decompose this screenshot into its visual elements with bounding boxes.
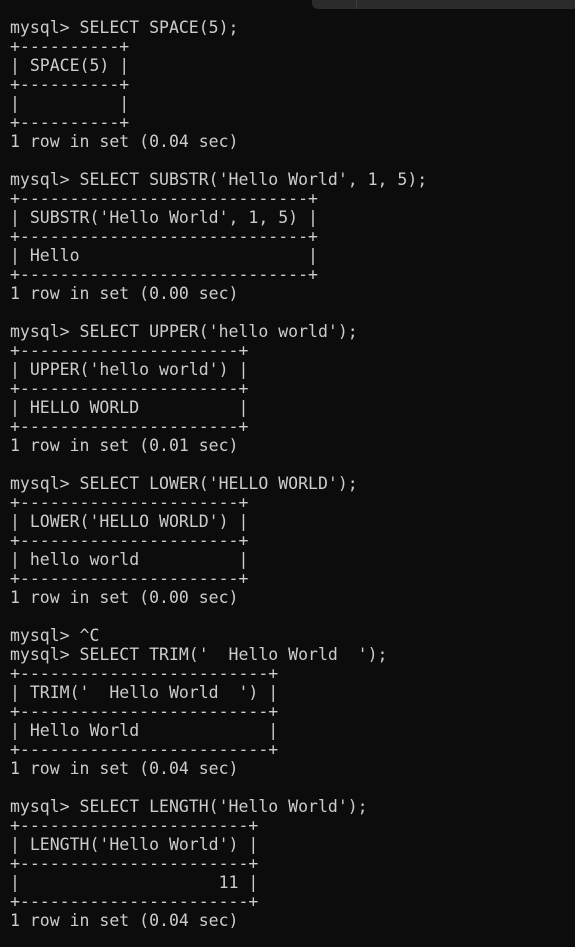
table-row: | Hello | xyxy=(10,246,318,265)
prompt-line: mysql> SELECT LENGTH('Hello World'); xyxy=(10,797,368,816)
table-border: +----------+ xyxy=(10,113,130,132)
table-row: | hello world | xyxy=(10,550,249,569)
table-row: | LENGTH('Hello World') | xyxy=(10,835,259,854)
table-border: +----------------------+ xyxy=(10,417,249,436)
table-row: | | xyxy=(10,94,130,113)
table-border: +----------------------+ xyxy=(10,493,249,512)
table-border: +-------------------------+ xyxy=(10,740,279,759)
result-summary: 1 row in set (0.01 sec) xyxy=(10,436,239,455)
table-border: +----------------------+ xyxy=(10,569,249,588)
result-summary: 1 row in set (0.00 sec) xyxy=(10,284,239,303)
prompt-line: mysql> SELECT LOWER('HELLO WORLD'); xyxy=(10,474,358,493)
table-row: | HELLO WORLD | xyxy=(10,398,249,417)
table-row: | TRIM(' Hello World ') | xyxy=(10,683,279,702)
table-border: +-----------------------------+ xyxy=(10,265,318,284)
table-border: +----------------------+ xyxy=(10,379,249,398)
table-row: | UPPER('hello world') | xyxy=(10,360,249,379)
table-border: +----------------------+ xyxy=(10,341,249,360)
prompt-line: mysql> ^C xyxy=(10,626,100,645)
result-summary: 1 row in set (0.00 sec) xyxy=(10,588,239,607)
table-border: +----------------------+ xyxy=(10,531,249,550)
prompt-line: mysql> SELECT SPACE(5); xyxy=(10,18,239,37)
table-row: | LOWER('HELLO WORLD') | xyxy=(10,512,249,531)
table-border: +-----------------------+ xyxy=(10,892,259,911)
result-summary: 1 row in set (0.04 sec) xyxy=(10,911,239,930)
terminal-window[interactable]: mysql> SELECT SPACE(5); +----------+ | SPA… xyxy=(0,0,575,947)
table-border: +----------+ xyxy=(10,37,130,56)
table-border: +-----------------------+ xyxy=(10,816,259,835)
table-border: +-------------------------+ xyxy=(10,702,279,721)
table-row: | 11 | xyxy=(10,873,259,892)
prompt-line: mysql> SELECT SUBSTR('Hello World', 1, 5… xyxy=(10,170,428,189)
table-border: +-------------------------+ xyxy=(10,664,279,683)
table-row: | Hello World | xyxy=(10,721,279,740)
table-border: +----------+ xyxy=(10,75,130,94)
result-summary: 1 row in set (0.04 sec) xyxy=(10,759,239,778)
table-border: +-----------------------+ xyxy=(10,854,259,873)
table-border: +-----------------------------+ xyxy=(10,227,318,246)
tab-strip[interactable] xyxy=(312,0,575,9)
table-row: | SUBSTR('Hello World', 1, 5) | xyxy=(10,208,318,227)
table-border: +-----------------------------+ xyxy=(10,189,318,208)
terminal-output: mysql> SELECT SPACE(5); +----------+ | SPA… xyxy=(10,18,575,930)
tab-separator xyxy=(356,0,357,9)
prompt-line: mysql> SELECT TRIM(' Hello World '); xyxy=(10,645,388,664)
table-row: | SPACE(5) | xyxy=(10,56,130,75)
prompt-line: mysql> SELECT UPPER('hello world'); xyxy=(10,322,358,341)
result-summary: 1 row in set (0.04 sec) xyxy=(10,132,239,151)
